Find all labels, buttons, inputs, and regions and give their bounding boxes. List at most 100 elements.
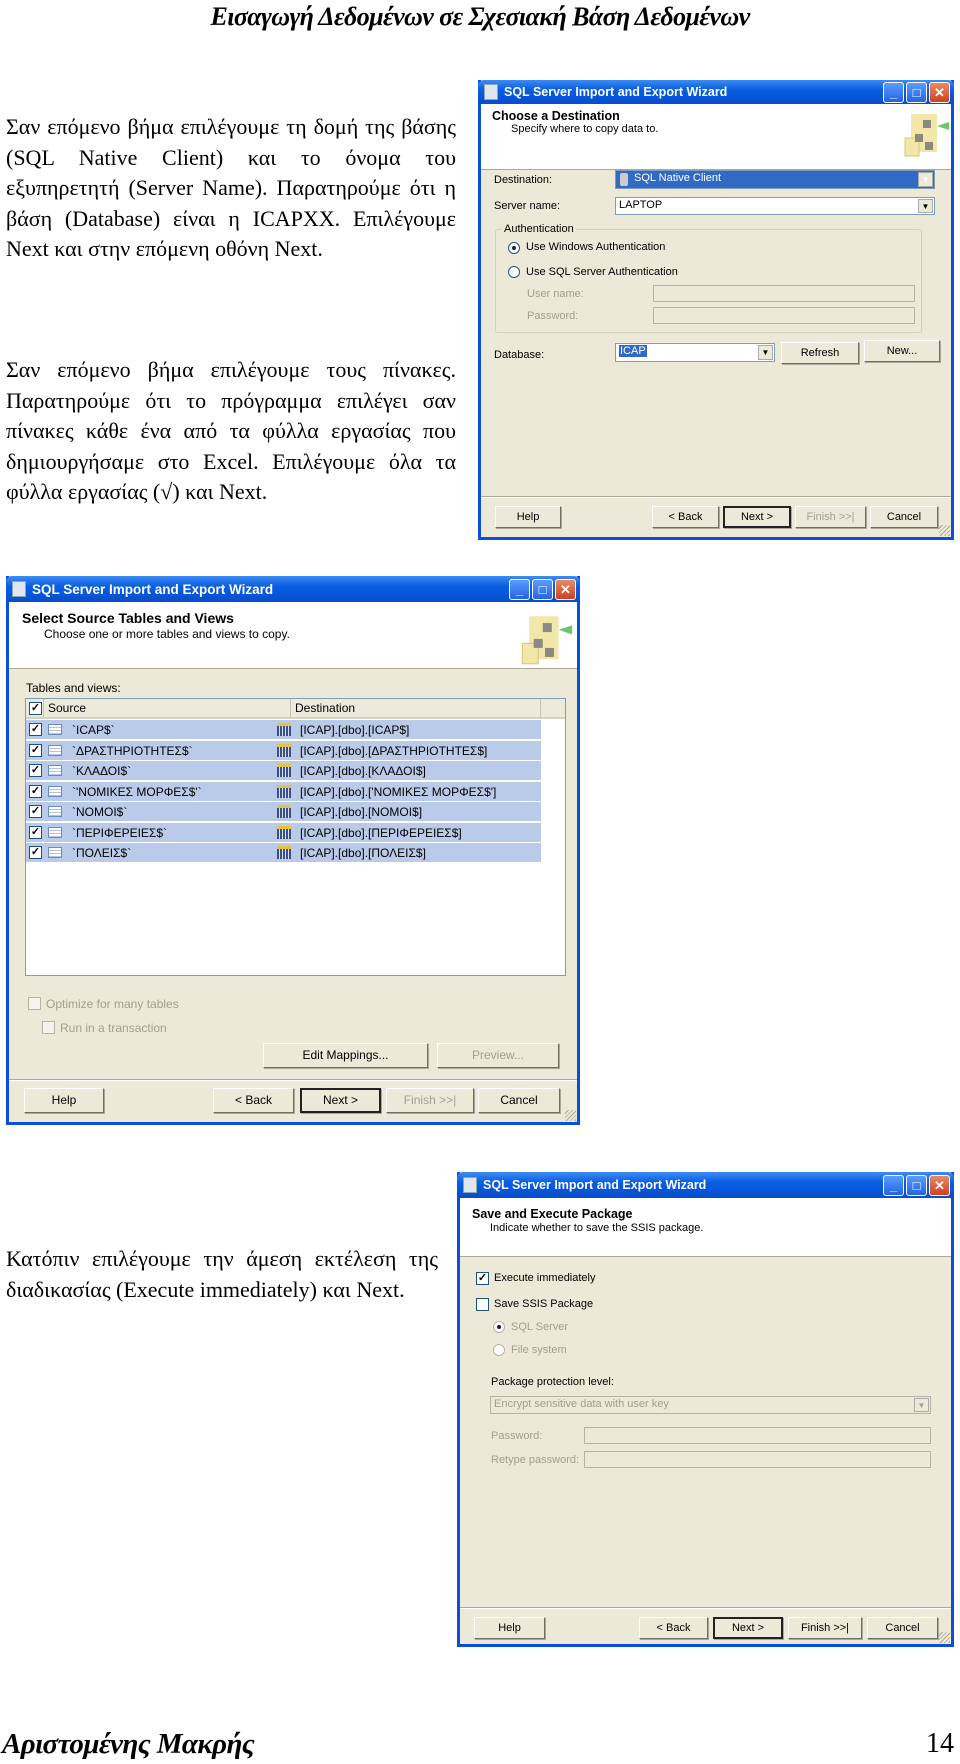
row-checkbox[interactable]: ✓: [29, 846, 42, 859]
step-subtitle: Choose one or more tables and views to c…: [44, 627, 290, 641]
cancel-button[interactable]: Cancel: [478, 1088, 560, 1113]
password-label: Password:: [527, 310, 579, 322]
chevron-down-icon[interactable]: ▼: [918, 199, 933, 213]
cancel-button[interactable]: Cancel: [870, 506, 938, 528]
cancel-button[interactable]: Cancel: [867, 1617, 938, 1639]
protection-level-select[interactable]: Encrypt sensitive data with user key ▼: [490, 1396, 931, 1414]
resize-grip[interactable]: [939, 1632, 950, 1643]
source-cell: `'ΝΟΜΙΚΕΣ ΜΟΡΦΕΣ$'`: [72, 784, 202, 799]
back-button[interactable]: < Back: [213, 1088, 294, 1113]
resize-grip[interactable]: [939, 525, 950, 536]
username-input[interactable]: [653, 285, 915, 302]
save-package-checkbox[interactable]: [476, 1298, 489, 1311]
paragraph-execute: Κατόπιν επιλέγουμε την άμεση εκτέλεση τη…: [6, 1246, 438, 1302]
preview-button[interactable]: Preview...: [437, 1043, 559, 1068]
table-row[interactable]: ✓ `ΠΟΛΕΙΣ$` [ICAP].[dbo].[ΠΟΛΕΙΣ$]: [26, 843, 541, 863]
help-button[interactable]: Help: [495, 506, 561, 528]
back-button[interactable]: < Back: [639, 1617, 708, 1639]
help-button[interactable]: Help: [474, 1617, 545, 1639]
title-bar[interactable]: SQL Server Import and Export Wizard _ □ …: [478, 80, 954, 104]
file-system-radio[interactable]: [493, 1344, 505, 1356]
refresh-button[interactable]: Refresh: [781, 342, 859, 364]
row-checkbox[interactable]: ✓: [29, 825, 42, 839]
next-button[interactable]: Next >: [713, 1617, 783, 1639]
table-row[interactable]: ✓ `ICAP$` [ICAP].[dbo].[ICAP$]: [26, 720, 541, 740]
column-header-source[interactable]: Source: [44, 699, 291, 719]
table-row[interactable]: ✓ `ΔΡΑΣΤΗΡΙΟΤΗΤΕΣ$` [ICAP].[dbo].[ΔΡΑΣΤΗΡΙ…: [26, 740, 541, 761]
sql-auth-radio[interactable]: [508, 266, 520, 278]
resize-grip[interactable]: [565, 1110, 576, 1121]
optimize-label: Optimize for many tables: [46, 997, 179, 1011]
server-name-select[interactable]: LAPTOP ▼: [615, 197, 935, 215]
retype-password-input[interactable]: [584, 1451, 931, 1468]
step-title: Select Source Tables and Views: [22, 610, 234, 626]
next-button[interactable]: Next >: [300, 1088, 381, 1113]
new-database-button[interactable]: New...: [864, 340, 940, 362]
finish-button[interactable]: Finish >>|: [788, 1617, 862, 1639]
destination-cell: [ICAP].[dbo].[ΠΕΡΙΦΕΡΕΙΕΣ$]: [300, 825, 462, 840]
table-row[interactable]: ✓ `ΠΕΡΙΦΕΡΕΙΕΣ$` [ICAP].[dbo].[ΠΕΡΙΦΕΡΕΙΕΣ…: [26, 822, 541, 843]
minimize-button[interactable]: _: [883, 1175, 904, 1196]
protection-level-value: Encrypt sensitive data with user key: [494, 1398, 669, 1410]
optimize-checkbox[interactable]: [28, 997, 41, 1010]
wizard-dialog-save-execute: SQL Server Import and Export Wizard _ □ …: [457, 1172, 954, 1647]
divider: [481, 496, 951, 498]
maximize-button[interactable]: □: [906, 1175, 927, 1196]
row-checkbox[interactable]: ✓: [29, 764, 42, 777]
wizard-header: Choose a Destination Specify where to co…: [481, 104, 951, 170]
next-button[interactable]: Next >: [723, 506, 791, 528]
minimize-button[interactable]: _: [509, 579, 530, 600]
finish-button[interactable]: Finish >>|: [795, 506, 866, 528]
close-button[interactable]: ✕: [929, 1175, 950, 1196]
row-checkbox[interactable]: ✓: [29, 723, 42, 736]
window-title: SQL Server Import and Export Wizard: [32, 581, 274, 597]
table-row[interactable]: ✓ `ΝΟΜΟΙ$` [ICAP].[dbo].[ΝΟΜΟΙ$]: [26, 802, 541, 822]
table-row[interactable]: ✓ `ΚΛΑΔΟΙ$` [ICAP].[dbo].[ΚΛΑΔΟΙ$]: [26, 761, 541, 781]
source-cell: `ΔΡΑΣΤΗΡΙΟΤΗΤΕΣ$`: [72, 743, 193, 758]
step-subtitle: Indicate whether to save the SSIS packag…: [490, 1222, 704, 1234]
row-checkbox[interactable]: ✓: [29, 784, 42, 798]
help-button[interactable]: Help: [24, 1088, 104, 1113]
maximize-button[interactable]: □: [532, 579, 553, 600]
column-header-destination[interactable]: Destination: [291, 699, 541, 719]
edit-mappings-button[interactable]: Edit Mappings...: [263, 1043, 428, 1068]
sql-server-radio[interactable]: [493, 1321, 505, 1333]
title-bar[interactable]: SQL Server Import and Export Wizard _ □ …: [6, 576, 580, 602]
chevron-down-icon[interactable]: ▼: [918, 172, 933, 187]
execute-immediately-checkbox[interactable]: ✓: [476, 1272, 489, 1285]
title-bar[interactable]: SQL Server Import and Export Wizard _ □ …: [457, 1172, 954, 1198]
execute-immediately-label: Execute immediately: [494, 1272, 596, 1284]
table-icon: [48, 785, 62, 797]
finish-button[interactable]: Finish >>|: [386, 1088, 474, 1113]
maximize-button[interactable]: □: [906, 82, 927, 103]
chevron-down-icon[interactable]: ▼: [914, 1398, 929, 1412]
transaction-label: Run in a transaction: [60, 1021, 167, 1035]
select-all-checkbox[interactable]: ✓: [29, 702, 42, 715]
password-input[interactable]: [584, 1427, 931, 1444]
row-checkbox[interactable]: ✓: [29, 805, 42, 818]
destination-select[interactable]: SQL Native Client ▼: [615, 170, 935, 189]
wizard-logo-icon: [521, 616, 573, 665]
destination-label: Destination:: [494, 174, 553, 186]
minimize-button[interactable]: _: [883, 82, 904, 103]
chevron-down-icon[interactable]: ▼: [758, 345, 773, 360]
close-button[interactable]: ✕: [929, 82, 950, 103]
table-icon: [48, 765, 62, 776]
back-button[interactable]: < Back: [652, 506, 719, 528]
wizard-dialog-destination: SQL Server Import and Export Wizard _ □ …: [478, 80, 954, 540]
tables-label: Tables and views:: [26, 681, 121, 695]
database-select[interactable]: ICAP ▼: [615, 343, 775, 362]
source-cell: `ΚΛΑΔΟΙ$`: [72, 764, 132, 778]
file-system-label: File system: [511, 1344, 567, 1356]
windows-auth-radio[interactable]: [508, 242, 520, 254]
close-button[interactable]: ✕: [555, 579, 576, 600]
new-table-icon: [277, 723, 291, 736]
tables-list[interactable]: ✓ Source Destination ✓ `ICAP$` [ICAP].[dbo…: [25, 698, 566, 976]
server-name-label: Server name:: [494, 200, 561, 212]
windows-auth-label: Use Windows Authentication: [526, 241, 666, 253]
password-input[interactable]: [653, 307, 915, 324]
row-checkbox[interactable]: ✓: [29, 743, 42, 757]
table-row[interactable]: ✓ `'ΝΟΜΙΚΕΣ ΜΟΡΦΕΣ$'` [ICAP].[dbo].['ΝΟΜΙΚ…: [26, 781, 541, 802]
select-all-header[interactable]: ✓: [26, 699, 44, 719]
transaction-checkbox[interactable]: [42, 1021, 55, 1034]
